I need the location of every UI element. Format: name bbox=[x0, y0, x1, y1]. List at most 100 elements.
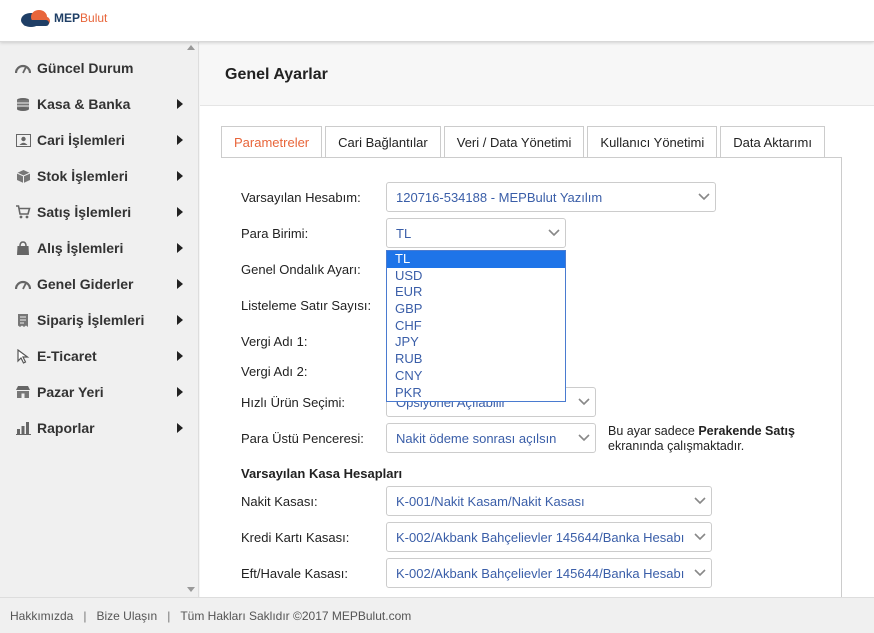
tab-panel-border bbox=[221, 157, 842, 158]
coins-icon bbox=[14, 96, 32, 112]
scroll-up-icon[interactable] bbox=[187, 45, 195, 50]
footer-separator: | bbox=[83, 608, 87, 623]
settings-tabs: Parametreler Cari Bağlantılar Veri / Dat… bbox=[221, 126, 828, 158]
copyright-text: Tüm Hakları Saklıdır ©2017 MEPBulut.com bbox=[180, 608, 412, 623]
about-link[interactable]: Hakkımızda bbox=[10, 609, 73, 623]
sidebar-item-label: Kasa & Banka bbox=[37, 96, 131, 112]
tab-parametreler[interactable]: Parametreler bbox=[221, 126, 323, 158]
sidebar-item-label: Stok İşlemleri bbox=[37, 168, 129, 184]
dashboard-icon bbox=[14, 276, 32, 292]
chevron-down-icon bbox=[693, 193, 715, 201]
chevron-right-icon bbox=[177, 315, 183, 325]
decimal-setting-label: Genel Ondalık Ayarı: bbox=[241, 262, 361, 277]
sidebar-item-label: Güncel Durum bbox=[37, 60, 134, 76]
box-icon bbox=[14, 168, 32, 184]
cart-icon bbox=[14, 204, 32, 220]
chevron-right-icon bbox=[177, 387, 183, 397]
change-window-note: Bu ayar sadece Perakende Satış ekranında… bbox=[608, 424, 795, 453]
cursor-icon bbox=[14, 348, 32, 364]
credit-card-register-label: Kredi Kartı Kasası: bbox=[241, 530, 350, 545]
dashboard-icon bbox=[14, 60, 32, 76]
chevron-down-icon bbox=[689, 497, 711, 505]
currency-option[interactable]: EUR bbox=[387, 284, 565, 301]
sidebar-item-label: Raporlar bbox=[37, 420, 95, 436]
sidebar-item-label: Satış İşlemleri bbox=[37, 204, 132, 220]
cash-register-label: Nakit Kasası: bbox=[241, 494, 318, 509]
sidebar-item-kasa-banka[interactable]: Kasa & Banka bbox=[0, 86, 185, 122]
currency-option[interactable]: PKR bbox=[387, 385, 565, 402]
sidebar-item-label: Pazar Yeri bbox=[37, 384, 104, 400]
change-window-select[interactable]: Nakit ödeme sonrası açılsın bbox=[386, 423, 596, 453]
credit-card-register-select[interactable]: K-002/Akbank Bahçelievler 145644/Banka H… bbox=[386, 522, 712, 552]
currency-select[interactable]: TL bbox=[386, 218, 566, 248]
row-count-label: Listeleme Satır Sayısı: bbox=[241, 298, 372, 313]
sidebar-item-label: Sipariş İşlemleri bbox=[37, 312, 145, 328]
footer: Hakkımızda | Bize Ulaşın | Tüm Hakları S… bbox=[0, 597, 874, 633]
sidebar-item-raporlar[interactable]: Raporlar bbox=[0, 410, 185, 446]
chevron-right-icon bbox=[177, 423, 183, 433]
page-title: Genel Ayarlar bbox=[225, 66, 328, 83]
chevron-right-icon bbox=[177, 279, 183, 289]
chevron-right-icon bbox=[177, 243, 183, 253]
sidebar-item-satis-islemleri[interactable]: Satış İşlemleri bbox=[0, 194, 185, 230]
default-cash-section-title: Varsayılan Kasa Hesapları bbox=[241, 466, 403, 481]
chevron-right-icon bbox=[177, 171, 183, 181]
tab-veri-data-yonetimi[interactable]: Veri / Data Yönetimi bbox=[443, 126, 585, 158]
currency-label: Para Birimi: bbox=[241, 226, 309, 241]
chevron-right-icon bbox=[177, 207, 183, 217]
currency-dropdown-list: TL USD EUR GBP CHF JPY RUB CNY PKR bbox=[386, 250, 566, 402]
sidebar-item-label: Cari İşlemleri bbox=[37, 132, 125, 148]
currency-option[interactable]: RUB bbox=[387, 351, 565, 368]
currency-option[interactable]: JPY bbox=[387, 334, 565, 351]
receipt-icon bbox=[14, 312, 32, 328]
currency-option[interactable]: CNY bbox=[387, 368, 565, 385]
contact-card-icon bbox=[14, 132, 32, 148]
currency-option[interactable]: GBP bbox=[387, 301, 565, 318]
chevron-down-icon bbox=[543, 229, 565, 237]
sidebar-item-pazar-yeri[interactable]: Pazar Yeri bbox=[0, 374, 185, 410]
sidebar-item-alis-islemleri[interactable]: Alış İşlemleri bbox=[0, 230, 185, 266]
default-account-label: Varsayılan Hesabım: bbox=[241, 190, 361, 205]
sidebar-item-label: E-Ticaret bbox=[37, 348, 97, 364]
cloud-logo-icon bbox=[21, 10, 50, 27]
cash-register-select[interactable]: K-001/Nakit Kasam/Nakit Kasası bbox=[386, 486, 712, 516]
chevron-right-icon bbox=[177, 99, 183, 109]
sidebar-item-cari-islemleri[interactable]: Cari İşlemleri bbox=[0, 122, 185, 158]
brand-name: MEPBulut bbox=[54, 11, 108, 25]
eft-register-label: Eft/Havale Kasası: bbox=[241, 566, 348, 581]
currency-option[interactable]: TL bbox=[387, 251, 565, 268]
currency-option[interactable]: USD bbox=[387, 268, 565, 285]
bar-chart-icon bbox=[14, 420, 32, 436]
chevron-down-icon bbox=[689, 569, 711, 577]
contact-link[interactable]: Bize Ulaşın bbox=[96, 609, 157, 623]
currency-option[interactable]: CHF bbox=[387, 318, 565, 335]
tab-data-aktarimi[interactable]: Data Aktarımı bbox=[720, 126, 825, 158]
sidebar-item-siparis-islemleri[interactable]: Sipariş İşlemleri bbox=[0, 302, 185, 338]
chevron-down-icon bbox=[689, 533, 711, 541]
tab-panel-border-right bbox=[841, 157, 842, 597]
footer-separator: | bbox=[167, 608, 171, 623]
scroll-down-icon[interactable] bbox=[187, 587, 195, 592]
page-header: Genel Ayarlar bbox=[200, 42, 874, 106]
sidebar-item-guncel-durum[interactable]: Güncel Durum bbox=[0, 50, 185, 86]
sidebar-item-stok-islemleri[interactable]: Stok İşlemleri bbox=[0, 158, 185, 194]
chevron-right-icon bbox=[177, 351, 183, 361]
chevron-down-icon bbox=[573, 398, 595, 406]
brand-logo[interactable]: MEPBulut bbox=[18, 8, 107, 28]
sidebar-item-genel-giderler[interactable]: Genel Giderler bbox=[0, 266, 185, 302]
main-content: Genel Ayarlar Parametreler Cari Bağlantı… bbox=[200, 42, 874, 597]
default-account-select[interactable]: 120716-534188 - MEPBulut Yazılım bbox=[386, 182, 716, 212]
store-icon bbox=[14, 384, 32, 400]
top-bar: MEPBulut bbox=[0, 0, 874, 42]
chevron-right-icon bbox=[177, 135, 183, 145]
tab-cari-baglantilar[interactable]: Cari Bağlantılar bbox=[325, 126, 441, 158]
sidebar-scrollbar[interactable] bbox=[184, 42, 198, 597]
tab-kullanici-yonetimi[interactable]: Kullanıcı Yönetimi bbox=[587, 126, 718, 158]
eft-register-select[interactable]: K-002/Akbank Bahçelievler 145644/Banka H… bbox=[386, 558, 712, 588]
bag-icon bbox=[14, 240, 32, 256]
sidebar: Güncel Durum Kasa & Banka Cari İşlemleri… bbox=[0, 42, 199, 597]
quick-product-label: Hızlı Ürün Seçimi: bbox=[241, 395, 346, 410]
sidebar-item-e-ticaret[interactable]: E-Ticaret bbox=[0, 338, 185, 374]
sidebar-item-label: Genel Giderler bbox=[37, 276, 134, 292]
change-window-label: Para Üstü Penceresi: bbox=[241, 431, 364, 446]
